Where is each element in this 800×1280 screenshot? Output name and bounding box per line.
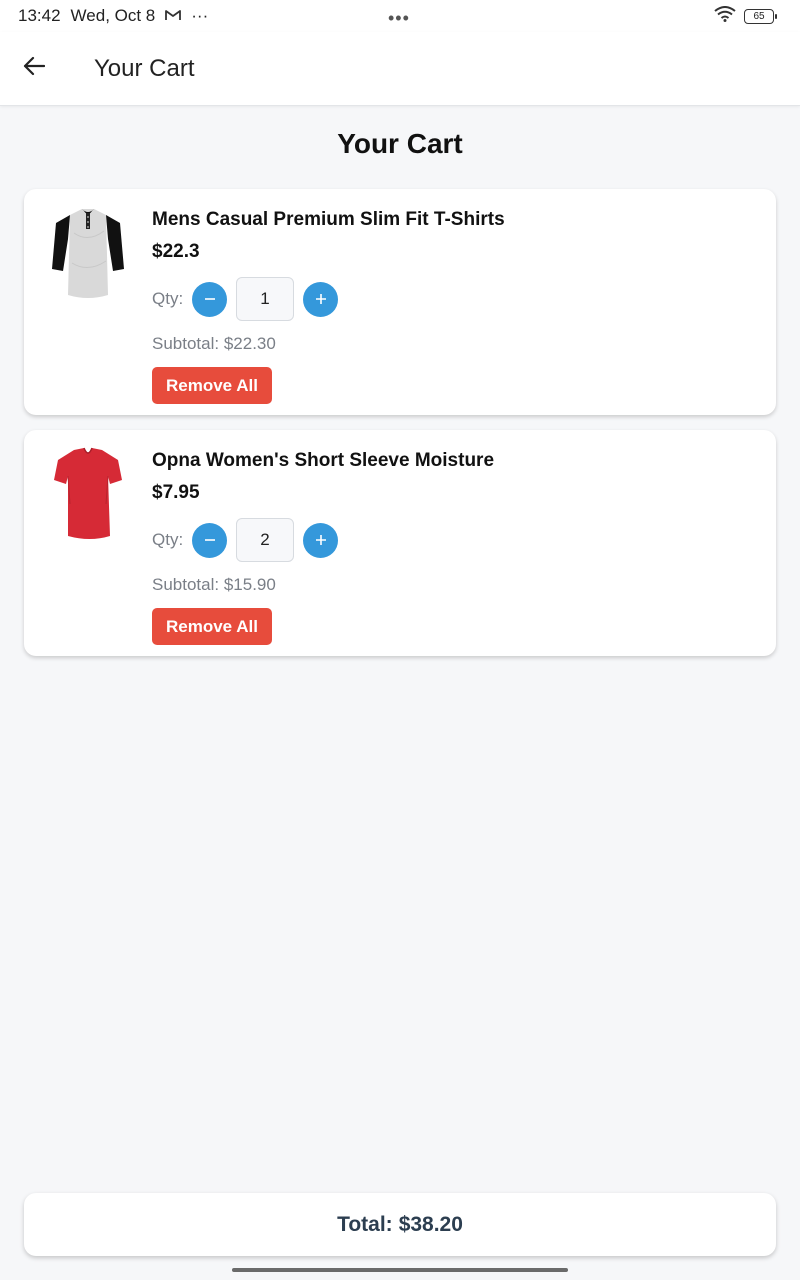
cart-total-bar: Total: $38.20 (24, 1193, 776, 1256)
quantity-stepper: Qty: (152, 277, 756, 321)
arrow-left-icon (23, 56, 46, 81)
status-more-dots: ··· (191, 6, 209, 25)
status-time: 13:42 (18, 6, 61, 25)
item-info: Mens Casual Premium Slim Fit T-Shirts $2… (152, 209, 756, 404)
increase-quantity-button[interactable] (303, 522, 338, 558)
henley-shirt-image (48, 203, 128, 303)
item-title: Mens Casual Premium Slim Fit T-Shirts (152, 209, 505, 230)
quantity-input[interactable] (236, 277, 294, 321)
plus-icon (315, 294, 326, 304)
app-bar-title: Your Cart (94, 54, 195, 82)
red-tshirt-image (48, 444, 128, 544)
wifi-icon (714, 6, 736, 27)
cart-item: Opna Women's Short Sleeve Moisture $7.95… (24, 430, 776, 656)
decrease-quantity-button[interactable] (192, 281, 227, 317)
total-value: $38.20 (398, 1212, 463, 1236)
back-button[interactable] (2, 37, 66, 101)
page-title: Your Cart (337, 128, 463, 159)
item-price: $22.3 (152, 241, 200, 262)
qty-label: Qty: (152, 289, 184, 308)
minus-icon (204, 298, 215, 300)
cart-list: Mens Casual Premium Slim Fit T-Shirts $2… (24, 189, 776, 671)
app-bar: Your Cart (0, 32, 800, 106)
decrease-quantity-button[interactable] (192, 522, 227, 558)
item-title: Opna Women's Short Sleeve Moisture (152, 450, 495, 471)
status-date: Wed, Oct 8 (70, 6, 156, 25)
remove-all-button[interactable]: Remove All (152, 608, 272, 645)
cart-item: Mens Casual Premium Slim Fit T-Shirts $2… (24, 189, 776, 415)
battery-level: 65 (753, 11, 765, 22)
cart-total: Total: $38.20 (337, 1213, 463, 1237)
item-subtotal: Subtotal: $15.90 (152, 575, 276, 594)
quantity-stepper: Qty: (152, 518, 756, 562)
minus-icon (204, 539, 215, 541)
increase-quantity-button[interactable] (303, 281, 338, 317)
gmail-icon (165, 6, 182, 26)
plus-icon (315, 535, 326, 545)
battery-icon: 65 (744, 9, 777, 24)
home-indicator[interactable] (232, 1268, 568, 1272)
item-price: $7.95 (152, 482, 200, 503)
item-info: Opna Women's Short Sleeve Moisture $7.95… (152, 450, 756, 645)
quantity-input[interactable] (236, 518, 294, 562)
status-bar: 13:42 Wed, Oct 8 ··· ••• 65 (0, 0, 800, 32)
status-center-dots: ••• (388, 8, 410, 28)
qty-label: Qty: (152, 530, 184, 549)
item-subtotal: Subtotal: $22.30 (152, 334, 276, 353)
total-label: Total: (337, 1212, 393, 1236)
remove-all-button[interactable]: Remove All (152, 367, 272, 404)
